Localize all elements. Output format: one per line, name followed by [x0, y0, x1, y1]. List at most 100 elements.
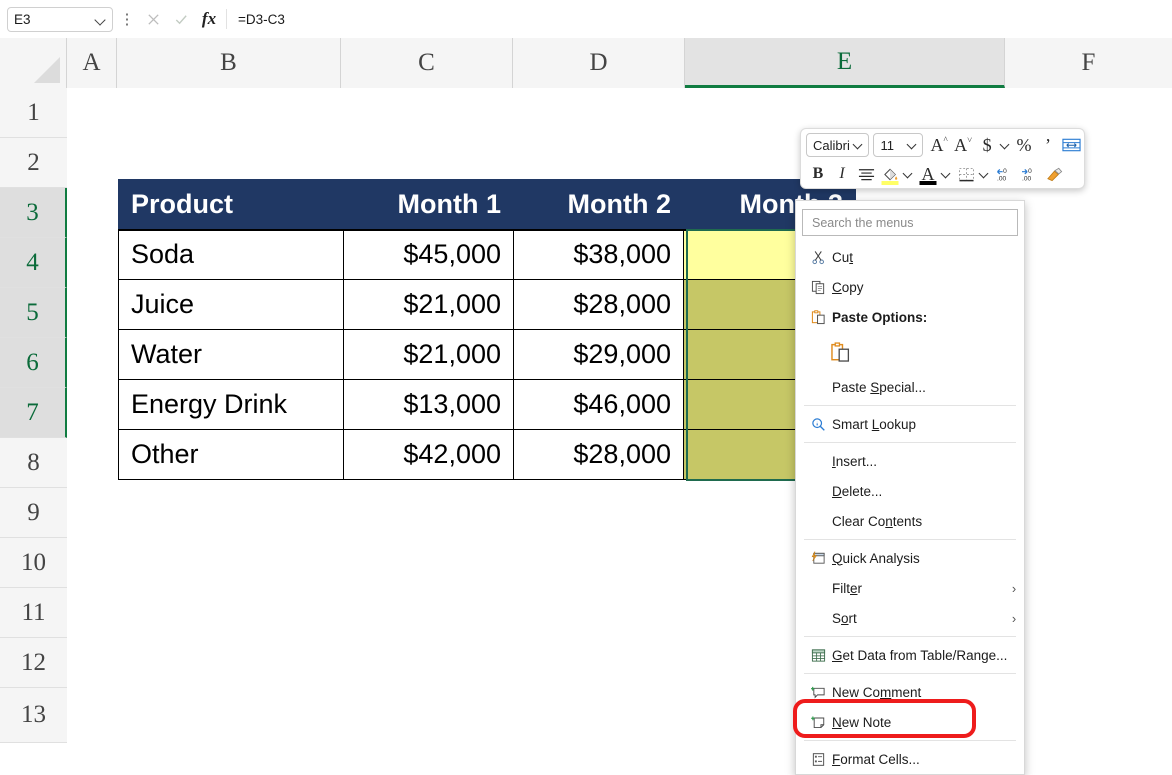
new-comment-icon [804, 685, 832, 700]
chevron-down-icon[interactable] [978, 161, 992, 187]
table-row[interactable]: Other $42,000 $28,000 [119, 430, 856, 480]
vertical-dots-icon[interactable]: ⋮ [117, 12, 137, 27]
row-header-10[interactable]: 10 [0, 538, 67, 588]
new-note-icon [804, 715, 832, 730]
menu-item-sort[interactable]: Sort › [796, 603, 1024, 633]
column-header-row: A B C D E F [0, 38, 1172, 88]
header-month-2: Month 2 [514, 180, 684, 230]
column-header-b[interactable]: B [117, 38, 341, 88]
cell-d3[interactable]: $38,000 [514, 230, 684, 280]
percent-style-icon[interactable]: % [1012, 132, 1036, 158]
cell-d7[interactable]: $28,000 [514, 430, 684, 480]
chevron-down-icon[interactable] [902, 161, 916, 187]
row-header-1[interactable]: 1 [0, 88, 67, 138]
row-header-6[interactable]: 6 [0, 338, 67, 388]
menu-item-insert[interactable]: Insert... [796, 446, 1024, 476]
accounting-number-format-icon[interactable]: $ [975, 132, 999, 158]
row-header-4[interactable]: 4 [0, 238, 67, 288]
cancel-x-icon[interactable] [139, 6, 167, 32]
column-header-e[interactable]: E [685, 38, 1005, 88]
table-row[interactable]: Water $21,000 $29,000 [119, 330, 856, 380]
cell-d6[interactable]: $46,000 [514, 380, 684, 430]
menu-item-get-data-from-table-range[interactable]: Get Data from Table/Range... [796, 640, 1024, 670]
column-header-c[interactable]: C [341, 38, 513, 88]
menu-item-label: Get Data from Table/Range... [832, 648, 1024, 663]
fill-color-icon[interactable] [878, 161, 902, 187]
row-header-8[interactable]: 8 [0, 438, 67, 488]
menu-item-clear-contents[interactable]: Clear Contents [796, 506, 1024, 536]
column-header-a[interactable]: A [67, 38, 117, 88]
divider [226, 9, 227, 29]
row-header-7[interactable]: 7 [0, 388, 67, 438]
menu-item-paste-special[interactable]: Paste Special... [796, 372, 1024, 402]
cell-b6[interactable]: Energy Drink [119, 380, 344, 430]
table-range-icon [804, 648, 832, 663]
menu-item-label: Delete... [832, 484, 1024, 499]
menu-item-filter[interactable]: Filter › [796, 573, 1024, 603]
cell-b5[interactable]: Water [119, 330, 344, 380]
table-row[interactable]: Energy Drink $13,000 $46,000 [119, 380, 856, 430]
cell-c5[interactable]: $21,000 [344, 330, 514, 380]
row-header-11[interactable]: 11 [0, 588, 67, 638]
menu-item-cut[interactable]: Cut [796, 242, 1024, 272]
cell-d5[interactable]: $29,000 [514, 330, 684, 380]
row-header-5[interactable]: 5 [0, 288, 67, 338]
chevron-down-icon[interactable] [940, 161, 954, 187]
increase-font-size-icon[interactable]: A^ [927, 132, 951, 158]
chevron-down-icon[interactable] [999, 132, 1012, 158]
paste-keep-source-formatting-icon[interactable] [826, 342, 854, 363]
menu-item-copy[interactable]: Copy [796, 272, 1024, 302]
menu-item-delete[interactable]: Delete... [796, 476, 1024, 506]
column-header-f[interactable]: F [1005, 38, 1172, 88]
formula-input[interactable]: =D3-C3 [230, 7, 1164, 32]
enter-check-icon[interactable] [167, 6, 195, 32]
cell-c7[interactable]: $42,000 [344, 430, 514, 480]
menu-item-paste-button[interactable] [796, 332, 1024, 372]
center-align-icon[interactable] [854, 161, 878, 187]
menu-item-new-note[interactable]: New Note [796, 707, 1024, 737]
cell-d4[interactable]: $28,000 [514, 280, 684, 330]
cell-c4[interactable]: $21,000 [344, 280, 514, 330]
chevron-down-icon[interactable] [854, 140, 864, 150]
menu-item-format-cells[interactable]: Format Cells... [796, 744, 1024, 774]
menu-item-new-comment[interactable]: New Comment [796, 677, 1024, 707]
table-row[interactable]: Juice $21,000 $28,000 [119, 280, 856, 330]
merge-and-center-icon[interactable] [1060, 132, 1084, 158]
cell-b3[interactable]: Soda [119, 230, 344, 280]
increase-decimal-icon[interactable]: 0 .00 [1017, 161, 1042, 187]
italic-icon[interactable]: I [830, 161, 854, 187]
comma-style-icon[interactable]: ’ [1036, 132, 1060, 158]
font-name-combo[interactable]: Calibri [806, 133, 869, 157]
column-header-d[interactable]: D [513, 38, 685, 88]
font-size-combo[interactable]: 11 [873, 133, 923, 157]
menu-item-label: Paste Special... [832, 380, 1024, 395]
bold-icon[interactable]: B [806, 161, 830, 187]
menu-item-smart-lookup[interactable]: Smart Lookup [796, 409, 1024, 439]
format-cells-icon [804, 752, 832, 767]
chevron-down-icon[interactable] [95, 14, 106, 25]
row-header-3[interactable]: 3 [0, 188, 67, 238]
chevron-down-icon[interactable] [908, 140, 918, 150]
row-header-2[interactable]: 2 [0, 138, 67, 188]
cell-c6[interactable]: $13,000 [344, 380, 514, 430]
search-the-menus-input[interactable]: Search the menus [802, 209, 1018, 236]
format-painter-icon[interactable] [1042, 161, 1066, 187]
cell-b4[interactable]: Juice [119, 280, 344, 330]
menu-item-quick-analysis[interactable]: Quick Analysis [796, 543, 1024, 573]
cell-b7[interactable]: Other [119, 430, 344, 480]
font-color-icon[interactable]: A [916, 161, 940, 187]
row-header-13[interactable]: 13 [0, 688, 67, 743]
decrease-decimal-icon[interactable]: 0 .00 [992, 161, 1017, 187]
fx-insert-function-icon[interactable]: fx [195, 6, 223, 32]
menu-item-label: Insert... [832, 454, 1024, 469]
row-header-9[interactable]: 9 [0, 488, 67, 538]
row-header-12[interactable]: 12 [0, 638, 67, 688]
table-row[interactable]: Soda $45,000 $38,000 [119, 230, 856, 280]
font-name-value: Calibri [813, 138, 854, 153]
decrease-font-size-icon[interactable]: A˅ [951, 132, 975, 158]
name-box[interactable]: E3 [7, 7, 113, 32]
select-all-corner[interactable] [0, 38, 67, 88]
menu-item-label: Paste Options: [832, 310, 1024, 325]
borders-icon[interactable] [954, 161, 978, 187]
cell-c3[interactable]: $45,000 [344, 230, 514, 280]
